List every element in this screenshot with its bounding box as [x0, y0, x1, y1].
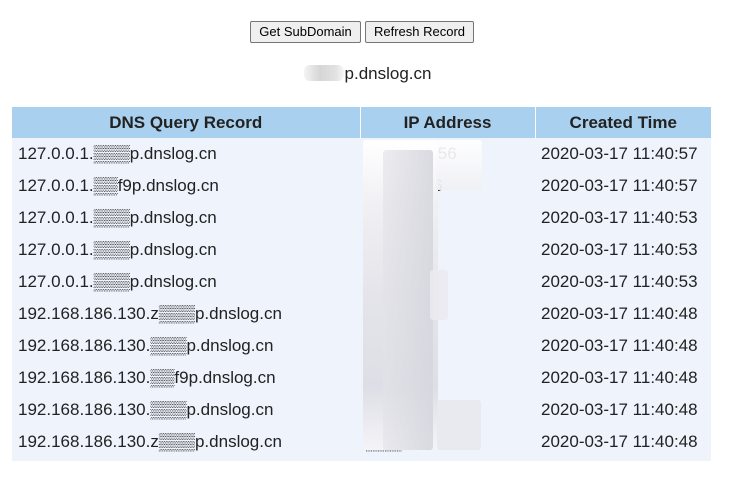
- table-row: 127.0.0.1.▒▒▒p.dnslog.cn59.▒▒▒▒562020-03…: [12, 138, 711, 170]
- redaction-overlay: [383, 150, 433, 450]
- refresh-record-button[interactable]: Refresh Record: [365, 21, 474, 43]
- dns-query-cell: 127.0.0.1.▒▒▒p.dnslog.cn: [18, 144, 217, 163]
- created-time-cell: 2020-03-17 11:40:53: [541, 240, 698, 259]
- table-row: 192.168.186.130.z▒▒▒p.dnslog.cn172.▒▒▒20…: [12, 298, 711, 330]
- redaction-overlay: [437, 400, 481, 450]
- redaction-overlay: [430, 270, 448, 320]
- dns-query-cell: 192.168.186.130.z▒▒▒p.dnslog.cn: [18, 432, 282, 451]
- header-created-time: Created Time: [535, 107, 711, 138]
- created-time-cell: 2020-03-17 11:40:48: [541, 368, 698, 387]
- created-time-cell: 2020-03-17 11:40:48: [541, 304, 698, 323]
- header-dns-query-record: DNS Query Record: [12, 107, 361, 138]
- dns-query-cell: 127.0.0.1.▒▒f9p.dnslog.cn: [18, 176, 219, 195]
- dns-query-cell: 192.168.186.130.z▒▒▒p.dnslog.cn: [18, 304, 282, 323]
- header-ip-address: IP Address: [360, 107, 536, 138]
- created-time-cell: 2020-03-17 11:40:53: [541, 208, 698, 227]
- table-row: 192.168.186.130.▒▒▒p.dnslog.cn▒▒▒2020-03…: [12, 394, 711, 426]
- dns-records-table: DNS Query Record IP Address Created Time…: [12, 107, 711, 461]
- table-row: 192.168.186.130.z▒▒▒p.dnslog.cn▒▒▒2020-0…: [12, 426, 711, 461]
- created-time-cell: 2020-03-17 11:40:48: [541, 400, 698, 419]
- subdomain-text: p.dnslog.cn: [344, 64, 432, 83]
- get-subdomain-button[interactable]: Get SubDomain: [250, 21, 361, 43]
- created-time-cell: 2020-03-17 11:40:57: [541, 176, 698, 195]
- dns-query-cell: 127.0.0.1.▒▒▒p.dnslog.cn: [18, 208, 217, 227]
- table-row: 127.0.0.1.▒▒▒p.dnslog.cn▒▒▒4.42020-03-17…: [12, 234, 711, 266]
- created-time-cell: 2020-03-17 11:40:48: [541, 432, 698, 451]
- dns-query-cell: 192.168.186.130.▒▒f9p.dnslog.cn: [18, 368, 276, 387]
- table-row: 192.168.186.130.▒▒f9p.dnslog.cn▒▒▒2020-0…: [12, 362, 711, 394]
- created-time-cell: 2020-03-17 11:40:53: [541, 272, 698, 291]
- redacted-mask: [303, 65, 344, 81]
- table-row: 192.168.186.130.▒▒▒p.dnslog.cn▒▒▒2020-03…: [12, 330, 711, 362]
- created-time-cell: 2020-03-17 11:40:57: [541, 144, 698, 163]
- dns-query-cell: 192.168.186.130.▒▒▒p.dnslog.cn: [18, 400, 274, 419]
- dns-query-cell: 127.0.0.1.▒▒▒p.dnslog.cn: [18, 240, 217, 259]
- redaction-overlay: [436, 140, 482, 190]
- dns-query-cell: 127.0.0.1.▒▒▒p.dnslog.cn: [18, 272, 217, 291]
- table-row: 127.0.0.1.▒▒f9p.dnslog.cn5▒▒▒▒562020-03-…: [12, 170, 711, 202]
- table-row: 127.0.0.1.▒▒▒p.dnslog.cn72▒▒▒22020-03-17…: [12, 266, 711, 298]
- toolbar: Get SubDomain Refresh Record: [250, 21, 474, 43]
- table-row: 127.0.0.1.▒▒▒p.dnslog.cn1▒▒32020-03-17 1…: [12, 202, 711, 234]
- table-header-row: DNS Query Record IP Address Created Time: [12, 107, 711, 138]
- created-time-cell: 2020-03-17 11:40:48: [541, 336, 698, 355]
- subdomain-display: p.dnslog.cn: [0, 64, 735, 84]
- dns-query-cell: 192.168.186.130.▒▒▒p.dnslog.cn: [18, 336, 274, 355]
